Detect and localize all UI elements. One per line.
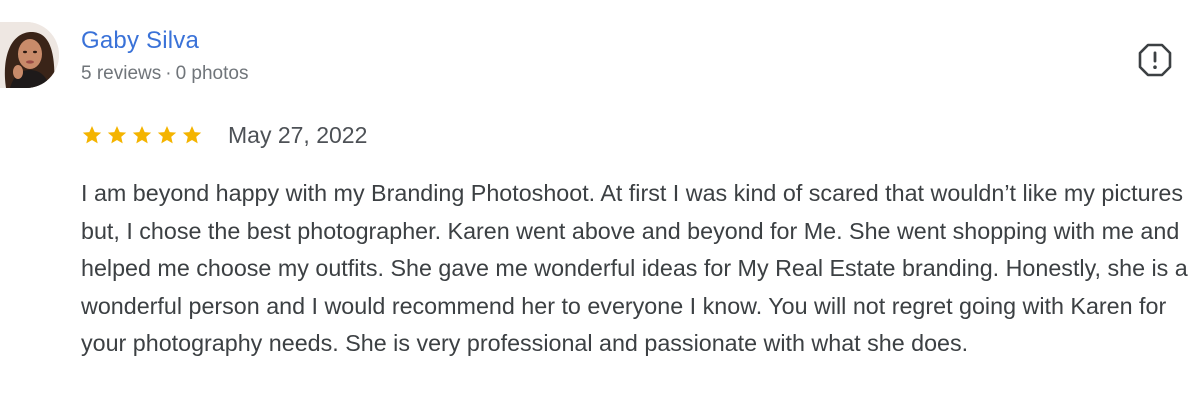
review-date: May 27, 2022 [228, 122, 368, 148]
meta-separator: · [165, 63, 172, 84]
star-icon [181, 124, 203, 146]
star-rating [81, 124, 203, 146]
user-avatar[interactable] [0, 22, 59, 88]
star-icon [106, 124, 128, 146]
rating-row: May 27, 2022 [81, 120, 367, 150]
star-icon [131, 124, 153, 146]
star-icon [156, 124, 178, 146]
review-text: I am beyond happy with my Branding Photo… [81, 180, 1188, 356]
star-icon [81, 124, 103, 146]
author-name[interactable]: Gaby Silva [81, 27, 199, 55]
report-flag-icon[interactable] [1137, 42, 1173, 78]
review-card: Gaby Silva 5 reviews · 0 photos May 27, 20… [0, 0, 1200, 419]
photo-count: 0 photos [175, 63, 249, 84]
author-meta: 5 reviews · 0 photos [81, 62, 248, 86]
review-count: 5 reviews [81, 63, 162, 84]
